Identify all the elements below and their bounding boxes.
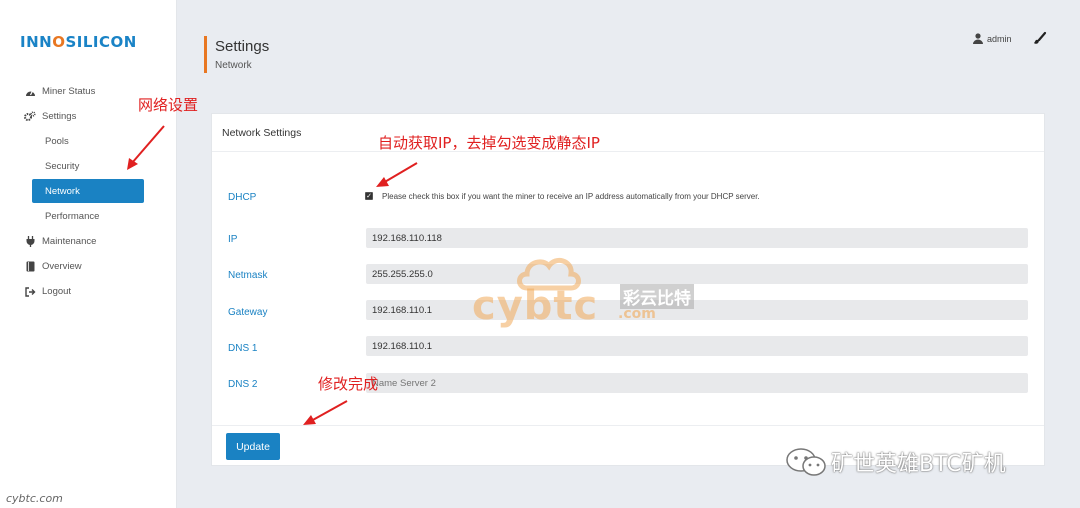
arrow-to-dhcp xyxy=(376,162,418,187)
arrow-to-update xyxy=(303,400,348,425)
arrow-to-network xyxy=(127,125,165,170)
annotation-arrows xyxy=(127,125,418,425)
